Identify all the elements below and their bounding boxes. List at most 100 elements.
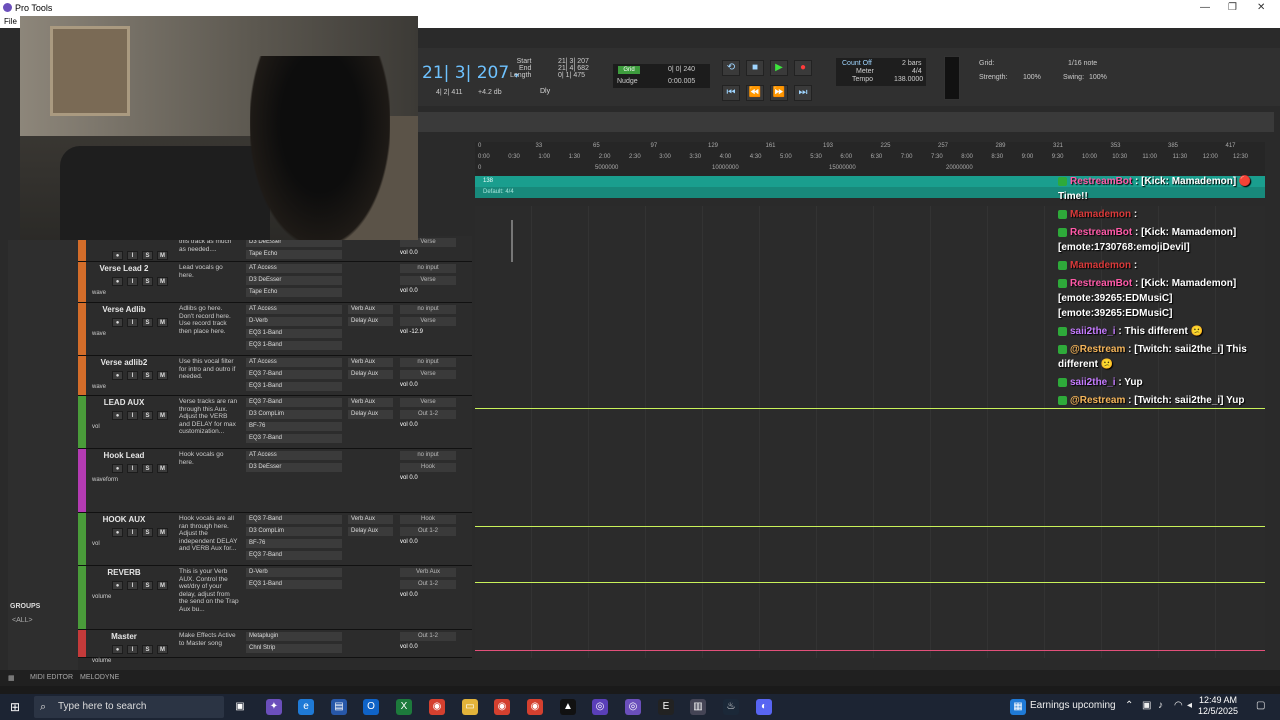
- insert-slot[interactable]: AT Access: [246, 264, 342, 273]
- edge-icon[interactable]: e: [298, 699, 314, 715]
- insert-slot[interactable]: AT Access: [246, 451, 342, 460]
- track-comment[interactable]: Lead vocals go here.: [179, 264, 239, 279]
- mute-button[interactable]: M: [157, 581, 168, 590]
- insert-slot[interactable]: EQ3 1-Band: [246, 580, 342, 589]
- volume-readout[interactable]: vol -12.9: [400, 329, 456, 335]
- task-view-icon[interactable]: ▣: [232, 699, 248, 715]
- input-monitor-button[interactable]: I: [127, 528, 138, 537]
- track-comment[interactable]: this track as much as needed....: [179, 238, 239, 253]
- strength-value[interactable]: 100%: [1023, 74, 1041, 81]
- restore-button[interactable]: ❐: [1228, 2, 1237, 13]
- outlook-icon[interactable]: O: [363, 699, 379, 715]
- volume-readout[interactable]: vol 0.0: [400, 539, 456, 545]
- insert-slot[interactable]: D3 CompLim: [246, 410, 342, 419]
- mic-icon[interactable]: ♪: [1158, 700, 1163, 711]
- weather-icon[interactable]: ▦: [1010, 699, 1026, 715]
- track-header[interactable]: Hook Lead ● I S Mwaveform Hook vocals go here…: [78, 449, 472, 513]
- track-header[interactable]: REVERB ● I S Mvolume This is your Verb AUX. C…: [78, 566, 472, 630]
- mute-button[interactable]: M: [157, 645, 168, 654]
- track-header[interactable]: Verse Adlib ● I S Mwave Adlibs go here. Don't…: [78, 303, 472, 356]
- record-enable-button[interactable]: ●: [112, 318, 123, 327]
- send-slot[interactable]: Delay Aux: [348, 527, 393, 536]
- insert-slot[interactable]: EQ3 7-Band: [246, 434, 342, 443]
- record-enable-button[interactable]: ●: [112, 251, 123, 260]
- insert-slot[interactable]: Metaplugin: [246, 632, 342, 641]
- count-off-bars[interactable]: 2 bars: [902, 60, 921, 67]
- input-selector[interactable]: Hook: [400, 515, 456, 524]
- track-comment[interactable]: Adlibs go here. Don't record here. Use r…: [179, 305, 239, 335]
- insert-slot[interactable]: EQ3 7-Band: [246, 551, 342, 560]
- mute-button[interactable]: M: [157, 411, 168, 420]
- track-header[interactable]: Verse adlib2 ● I S Mwave Use this vocal filte…: [78, 356, 472, 396]
- steam-icon[interactable]: ♨: [723, 699, 739, 715]
- record-enable-button[interactable]: ●: [112, 645, 123, 654]
- windows-start-icon[interactable]: ⊞: [10, 700, 24, 714]
- input-monitor-button[interactable]: I: [127, 464, 138, 473]
- insert-slot[interactable]: D3 DeEsser: [246, 463, 342, 472]
- close-button[interactable]: ✕: [1257, 2, 1265, 13]
- grid-value[interactable]: 0| 0| 240: [668, 66, 695, 73]
- solo-button[interactable]: S: [142, 277, 153, 286]
- output-selector[interactable]: Verse: [400, 276, 456, 285]
- output-selector[interactable]: Out 1-2: [400, 410, 456, 419]
- fast-forward-button[interactable]: ⏩: [770, 85, 788, 101]
- app-icon-2[interactable]: ▥: [690, 699, 706, 715]
- solo-button[interactable]: S: [142, 251, 153, 260]
- chrome-icon[interactable]: ◉: [429, 699, 445, 715]
- chrome-profile2-icon[interactable]: ◉: [527, 699, 543, 715]
- input-monitor-button[interactable]: I: [127, 277, 138, 286]
- record-enable-button[interactable]: ●: [112, 371, 123, 380]
- mute-button[interactable]: M: [157, 371, 168, 380]
- file-explorer-icon[interactable]: ▭: [462, 699, 478, 715]
- camera-icon[interactable]: ▣: [1142, 700, 1151, 711]
- output-selector[interactable]: Out 1-2: [400, 527, 456, 536]
- stop-button[interactable]: ■: [746, 60, 764, 76]
- discord-icon[interactable]: ◐: [756, 699, 772, 715]
- insert-slot[interactable]: EQ3 7-Band: [246, 515, 342, 524]
- insert-slot[interactable]: Chnl Strip: [246, 644, 342, 653]
- group-all[interactable]: <ALL>: [12, 617, 33, 624]
- track-comment[interactable]: Use this vocal filter for intro and outr…: [179, 358, 239, 381]
- master-volume-line[interactable]: [475, 650, 1265, 651]
- insert-slot[interactable]: EQ3 7-Band: [246, 398, 342, 407]
- input-monitor-button[interactable]: I: [127, 411, 138, 420]
- input-selector[interactable]: no input: [400, 264, 456, 273]
- store-icon[interactable]: ▤: [331, 699, 347, 715]
- loop-icon[interactable]: ⟲: [722, 60, 740, 76]
- mute-button[interactable]: M: [157, 251, 168, 260]
- reverb-volume-line[interactable]: [475, 582, 1265, 583]
- capcut-icon[interactable]: ▲: [560, 699, 576, 715]
- output-selector[interactable]: Out 1-2: [400, 580, 456, 589]
- input-selector[interactable]: no input: [400, 358, 456, 367]
- go-to-end-button[interactable]: ⏭: [794, 85, 812, 101]
- input-monitor-button[interactable]: I: [127, 371, 138, 380]
- output-selector[interactable]: Verse: [400, 370, 456, 379]
- nudge-value[interactable]: 0:00.005: [668, 78, 695, 85]
- track-name[interactable]: REVERB: [90, 568, 158, 577]
- solo-button[interactable]: S: [142, 464, 153, 473]
- mute-button[interactable]: M: [157, 528, 168, 537]
- record-enable-button[interactable]: ●: [112, 464, 123, 473]
- insert-slot[interactable]: AT Access: [246, 305, 342, 314]
- tray-chevron-icon[interactable]: ⌃: [1125, 700, 1133, 711]
- output-selector[interactable]: Hook: [400, 463, 456, 472]
- send-slot[interactable]: Verb Aux: [348, 305, 393, 314]
- count-off-label[interactable]: Count Off: [842, 60, 872, 67]
- send-slot[interactable]: Verb Aux: [348, 358, 393, 367]
- track-name[interactable]: Verse Adlib: [90, 305, 158, 314]
- volume-readout[interactable]: vol 0.0: [400, 382, 456, 388]
- selection-values[interactable]: 21| 3| 207 21| 4| 682 0| 1| 475: [558, 58, 589, 79]
- wifi-icon[interactable]: ◠: [1174, 700, 1183, 711]
- input-monitor-button[interactable]: I: [127, 645, 138, 654]
- track-view-selector[interactable]: vol: [92, 541, 100, 547]
- record-enable-button[interactable]: ●: [112, 277, 123, 286]
- track-header[interactable]: Master ● I S Mvolume Make Effects Active to M…: [78, 630, 472, 664]
- grid-badge[interactable]: Grid: [618, 66, 640, 74]
- track-header[interactable]: LEAD AUX ● I S Mvol Verse tracks are ran thro…: [78, 396, 472, 449]
- track-view-selector[interactable]: volume: [92, 594, 111, 600]
- insert-slot[interactable]: BF-76: [246, 539, 342, 548]
- rewind-button[interactable]: ⏪: [746, 85, 764, 101]
- insert-slot[interactable]: EQ3 1-Band: [246, 382, 342, 391]
- insert-slot[interactable]: D3 CompLim: [246, 527, 342, 536]
- notifications-icon[interactable]: ▢: [1256, 700, 1265, 711]
